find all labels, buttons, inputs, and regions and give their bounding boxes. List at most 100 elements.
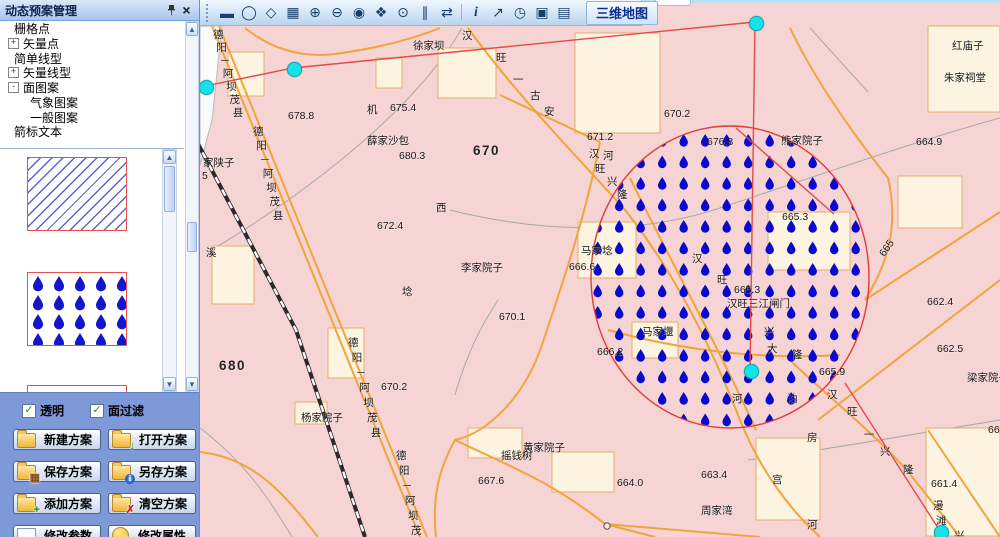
dock-strip [642, 0, 1000, 3]
print-icon[interactable]: ▤ [553, 2, 575, 24]
partial-pattern-swatch[interactable] [27, 385, 127, 392]
preview-scrollbar[interactable]: ▲ ▼ [162, 149, 177, 392]
checkbox-透明[interactable]: ✓透明 [22, 402, 64, 419]
tree-item-矢量线型[interactable]: +矢量线型 [0, 65, 184, 80]
map-label: 旺 [595, 161, 606, 176]
close-icon[interactable]: × [179, 3, 194, 18]
zoom-previous-icon[interactable]: ⊙ [392, 2, 414, 24]
zoom-out-icon[interactable]: ⊖ [326, 2, 348, 24]
expand-box-icon[interactable]: + [8, 67, 19, 78]
refresh-icon[interactable]: ⇄ [436, 2, 458, 24]
button-修改参数[interactable]: ✎修改参数 [13, 525, 101, 537]
map-label: 664.0 [617, 477, 643, 489]
tree-item-label: 箭标文本 [14, 123, 62, 140]
map-label: 兴 [607, 174, 618, 189]
button-添加方案[interactable]: +添加方案 [13, 493, 101, 514]
map-label: 房 [807, 430, 818, 445]
scrollbar-thumb[interactable] [187, 222, 197, 252]
pause-icon[interactable]: ∥ [414, 2, 436, 24]
selection-handle[interactable] [744, 364, 759, 379]
button-打开方案[interactable]: ↓打开方案 [108, 429, 196, 450]
selection-handle[interactable] [934, 525, 949, 537]
map-label: 663.4 [701, 469, 727, 481]
scrollbar-thumb[interactable] [164, 166, 175, 212]
map-label: 665.3 [782, 211, 808, 223]
selection-handle[interactable] [749, 16, 764, 31]
junction-symbol [604, 523, 610, 529]
tree-item-面图案[interactable]: -面图案 [0, 80, 184, 95]
scroll-up-icon[interactable]: ▲ [163, 150, 176, 164]
drops-pattern-swatch[interactable] [27, 272, 127, 346]
map-label: 大 [767, 341, 778, 356]
expand-box-icon[interactable]: + [8, 38, 19, 49]
measure-area-circle-icon[interactable]: ◯ [238, 2, 260, 24]
tree-item-矢量点[interactable]: +矢量点 [0, 36, 184, 51]
scroll-down-icon[interactable]: ▼ [163, 377, 176, 391]
tree-item-箭标文本[interactable]: 箭标文本 [0, 125, 184, 140]
layer-tree: 栅格点+矢量点简单线型+矢量线型-面图案气象图案一般图案箭标文本 [0, 21, 184, 147]
button-label: 清空方案 [134, 495, 192, 512]
map-label: 670.2 [664, 108, 690, 120]
collapse-box-icon[interactable]: - [8, 82, 19, 93]
plan-area-ellipse[interactable] [591, 126, 869, 428]
map-3d-button[interactable]: 三维地图 [586, 1, 658, 25]
button-新建方案[interactable]: 新建方案 [13, 429, 101, 450]
road-name-label: 县 [273, 208, 284, 223]
checkbox-icon[interactable]: ✓ [90, 404, 104, 418]
dock-tab[interactable] [655, 0, 691, 6]
pin-icon[interactable] [164, 3, 179, 18]
panel-scrollbar[interactable]: ▲ ▼ [185, 21, 199, 392]
folder-new-icon [17, 433, 36, 448]
button-另存方案[interactable]: i另存方案 [108, 461, 196, 482]
map-label: 摇钱树 [501, 448, 533, 463]
tree-item-栅格点[interactable]: 栅格点 [0, 21, 184, 36]
info-icon[interactable]: i [465, 2, 487, 24]
hatch-pattern-swatch[interactable] [27, 157, 127, 231]
button-清空方案[interactable]: ✗清空方案 [108, 493, 196, 514]
scroll-down-icon[interactable]: ▼ [186, 377, 198, 391]
zoom-in-icon[interactable]: ⊕ [304, 2, 326, 24]
export-icon[interactable]: ↗ [487, 2, 509, 24]
map-label: 666.2 [597, 346, 623, 358]
panel-titlebar: 动态预案管理 × [0, 0, 199, 21]
map-label: 徐家坝 [413, 38, 445, 53]
map-label: 漫 [933, 498, 944, 513]
grid-icon[interactable]: ▦ [282, 2, 304, 24]
button-修改属性[interactable]: ✎修改属性 [108, 525, 196, 537]
pattern-preview-list [0, 149, 162, 392]
road-name-label: － [356, 365, 367, 380]
tree-item-简单线型[interactable]: 简单线型 [0, 51, 184, 66]
measure-distance-icon[interactable]: ▬ [216, 2, 238, 24]
snapshot-clock-icon[interactable]: ◷ [509, 2, 531, 24]
road-name-label: 德 [348, 335, 359, 350]
scroll-up-icon[interactable]: ▲ [186, 22, 198, 36]
map-label: 朱家祠堂 [944, 70, 986, 85]
plan-manager-panel: 动态预案管理 × 栅格点+矢量点简单线型+矢量线型-面图案气象图案一般图案箭标文… [0, 0, 200, 537]
button-保存方案[interactable]: ▦保存方案 [13, 461, 101, 482]
folder-saveas-badge-icon: i [125, 474, 135, 484]
selection-handle[interactable] [200, 80, 214, 95]
selection-handle[interactable] [287, 62, 302, 77]
tree-item-一般图案[interactable]: 一般图案 [0, 110, 184, 125]
pan-hand-icon[interactable]: ❖ [370, 2, 392, 24]
map-label: 670.1 [499, 311, 525, 323]
archive-icon[interactable]: ▣ [531, 2, 553, 24]
map-viewport[interactable]: 徐家坝红庙子朱家祠堂678.8机675.4薛家沙包680.3670671.267… [200, 0, 1000, 537]
tree-item-气象图案[interactable]: 气象图案 [0, 95, 184, 110]
button-label: 另存方案 [134, 463, 192, 480]
plan-buttons-grid: 新建方案 ↓打开方案 ▦保存方案 i另存方案 +添加方案 ✗清空方案 ✎修改参数 ✎修改属性 [0, 419, 199, 537]
map-label: 李家院子 [461, 260, 503, 275]
map-label: 672.4 [377, 220, 403, 232]
map-label: 汉 [692, 251, 703, 266]
checkbox-面过滤[interactable]: ✓面过滤 [90, 402, 144, 419]
checkbox-icon[interactable]: ✓ [22, 404, 36, 418]
map-label: 旺 [717, 272, 728, 287]
map-label: 兴 [880, 444, 891, 459]
road-name-label: 阳 [399, 463, 410, 478]
pan-globe-icon[interactable]: ◉ [348, 2, 370, 24]
toolbar-grip-icon[interactable] [206, 4, 211, 22]
road-name-label: － [402, 478, 413, 493]
measure-area-polygon-icon[interactable]: ◇ [260, 2, 282, 24]
map-label: 666.6 [569, 261, 595, 273]
map-label: 隆 [903, 462, 914, 477]
